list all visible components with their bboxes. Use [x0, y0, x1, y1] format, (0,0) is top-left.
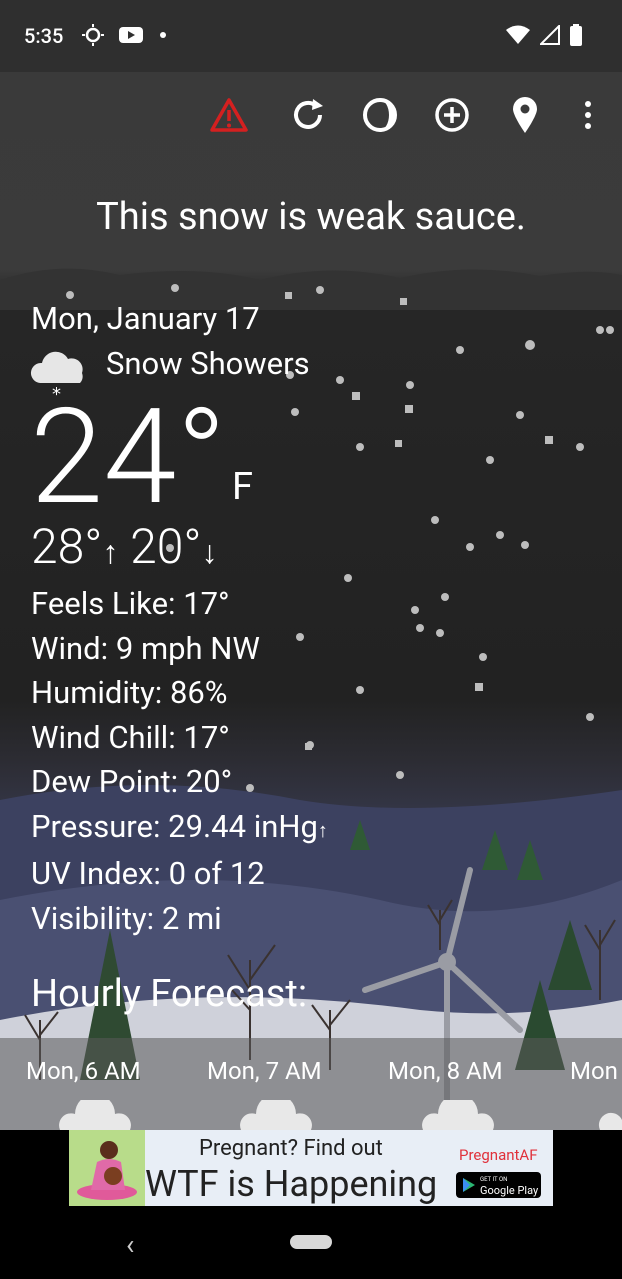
detail-visibility: Visibility: 2 mi — [31, 899, 222, 937]
notification-dot-icon — [160, 32, 166, 38]
hourly-forecast-title: Hourly Forecast: — [31, 972, 308, 1016]
current-temperature: 24° — [30, 381, 227, 535]
condition-text: Snow Showers — [106, 345, 310, 382]
detail-dew-point: Dew Point: 20° — [31, 763, 233, 800]
home-pill[interactable] — [290, 1235, 332, 1249]
play-badge-label: Google Play — [480, 1184, 539, 1197]
high-low: 28°↑ 20°↓ — [31, 518, 217, 575]
back-icon[interactable]: ‹ — [126, 1228, 134, 1261]
detail-humidity: Humidity: 86% — [31, 674, 228, 711]
weather-notification-icon — [82, 24, 104, 46]
ad-illustration — [69, 1130, 145, 1206]
temperature-unit: F — [232, 465, 254, 509]
current-date: Mon, January 17 — [31, 300, 260, 337]
detail-uv-index: UV Index: 0 of 12 — [31, 855, 265, 892]
cloud-icon — [598, 1112, 622, 1130]
youtube-icon — [119, 27, 143, 43]
arrow-up-icon: ↑ — [102, 533, 119, 571]
ad-banner[interactable]: Pregnant? Find out WTF is Happening Preg… — [69, 1130, 553, 1206]
detail-pressure: Pressure: 29.44 inHg — [31, 807, 318, 845]
location-pin-icon — [513, 97, 537, 133]
location-button[interactable] — [505, 95, 545, 135]
alert-icon — [210, 98, 248, 132]
hour-item[interactable]: Mon, 8 AM — [388, 1057, 503, 1085]
refresh-icon — [294, 99, 323, 129]
google-play-badge[interactable]: GET IT ON Google Play — [456, 1172, 541, 1198]
cloud-icon — [240, 1100, 312, 1130]
theme-button[interactable] — [360, 95, 400, 135]
hour-item[interactable]: Mon — [570, 1057, 618, 1085]
detail-wind-chill: Wind Chill: 17° — [31, 718, 230, 756]
ad-tagline: WTF is Happening — [145, 1163, 438, 1205]
status-bar: 5:35 — [0, 0, 622, 72]
status-time: 5:35 — [24, 24, 64, 48]
alert-button[interactable] — [209, 95, 249, 135]
overflow-menu-button[interactable] — [568, 95, 608, 135]
hour-item[interactable]: Mon, 7 AM — [207, 1057, 322, 1085]
theme-icon — [363, 98, 397, 132]
hour-item[interactable]: Mon, 6 AM — [26, 1057, 141, 1085]
add-location-icon — [435, 98, 469, 132]
cloud-icon — [59, 1100, 131, 1130]
ad-brand: PregnantAF — [459, 1146, 538, 1164]
pressure-rising-icon: ↑ — [317, 817, 328, 842]
refresh-button[interactable] — [288, 95, 328, 135]
play-store-icon — [463, 1178, 475, 1192]
detail-wind: Wind: 9 mph NW — [31, 629, 260, 667]
detail-feels-like: Feels Like: 17° — [31, 585, 230, 622]
arrow-down-icon: ↓ — [201, 533, 218, 571]
cloud-icon — [422, 1100, 494, 1130]
add-location-button[interactable] — [432, 95, 472, 135]
battery-icon — [570, 24, 582, 46]
signal-icon — [540, 25, 560, 45]
more-icon — [585, 101, 591, 129]
weather-quote: This snow is weak sauce. — [96, 195, 526, 239]
weather-details: Feels Like: 17° Wind: 9 mph NW Humidity:… — [31, 582, 328, 941]
low-temp: 20° — [130, 518, 202, 575]
wifi-icon — [506, 25, 530, 44]
ad-headline: Pregnant? Find out — [199, 1136, 383, 1161]
high-temp: 28° — [31, 518, 103, 575]
